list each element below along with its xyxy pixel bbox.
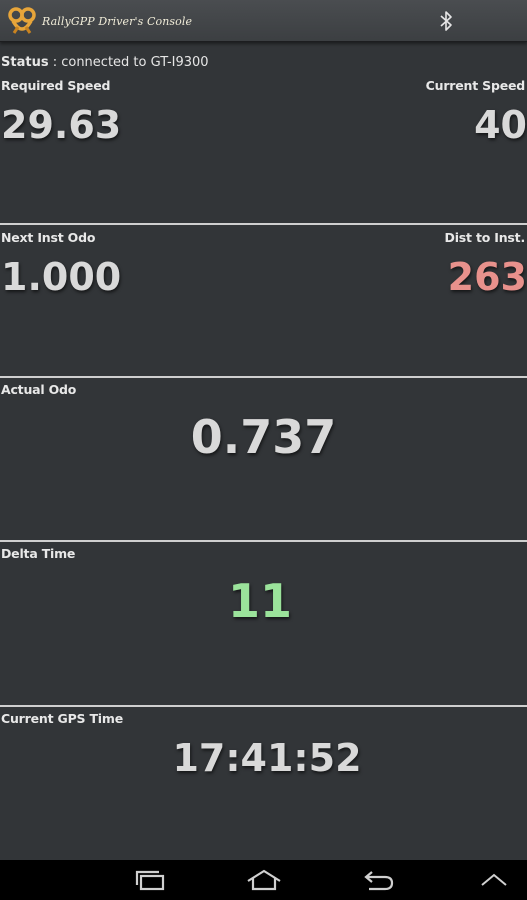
chevron-up-icon xyxy=(481,873,507,886)
panel-divider xyxy=(0,540,527,542)
required-speed-label: Required Speed xyxy=(1,78,111,93)
panel-divider xyxy=(0,223,527,225)
actual-odo-value: 0.737 xyxy=(190,410,337,464)
home-icon xyxy=(247,869,281,891)
app-screen: RallyGPP Driver's Console Status : conne… xyxy=(0,0,527,900)
status-label: Status xyxy=(1,55,49,70)
panel-divider xyxy=(0,376,527,378)
connection-status: Status : connected to GT-I9300 xyxy=(1,55,209,70)
next-inst-odo-value: 1.000 xyxy=(1,255,122,299)
current-speed-value: 40 xyxy=(474,103,527,147)
actual-odo-label: Actual Odo xyxy=(1,382,77,397)
delta-time-label: Delta Time xyxy=(1,546,76,561)
back-button[interactable] xyxy=(358,866,398,894)
system-nav-bar xyxy=(0,860,527,900)
back-icon xyxy=(364,871,394,891)
recent-apps-icon xyxy=(135,870,165,891)
pretzel-logo-icon[interactable] xyxy=(8,7,36,35)
bluetooth-icon[interactable] xyxy=(439,10,453,32)
delta-time-value: 11 xyxy=(227,574,292,628)
recent-apps-button[interactable] xyxy=(130,866,170,894)
status-value: connected to GT-I9300 xyxy=(61,55,209,70)
dist-to-inst-value: 263 xyxy=(447,255,527,299)
current-speed-label: Current Speed xyxy=(425,78,526,93)
app-title: RallyGPP Driver's Console xyxy=(42,15,193,28)
menu-button[interactable] xyxy=(474,866,514,894)
dist-to-inst-label: Dist to Inst. xyxy=(444,230,526,245)
action-bar: RallyGPP Driver's Console xyxy=(0,0,527,42)
next-inst-odo-label: Next Inst Odo xyxy=(1,230,96,245)
status-separator: : xyxy=(48,55,62,70)
panel-divider xyxy=(0,705,527,707)
current-gps-time-value: 17:41:52 xyxy=(172,736,362,780)
home-button[interactable] xyxy=(244,866,284,894)
required-speed-value: 29.63 xyxy=(1,103,122,147)
current-gps-time-label: Current GPS Time xyxy=(1,711,123,726)
